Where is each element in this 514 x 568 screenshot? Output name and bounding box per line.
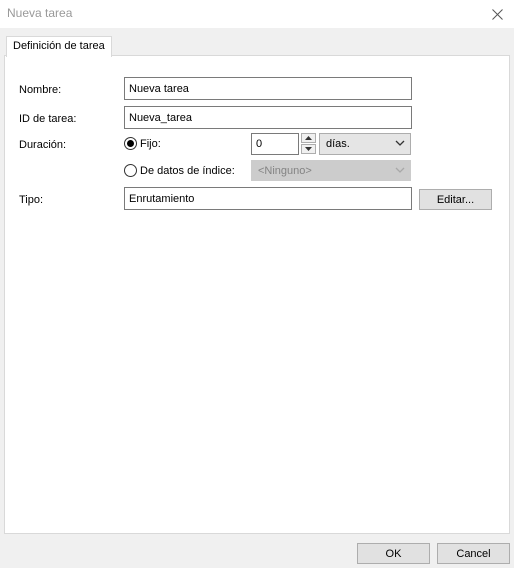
chevron-down-icon <box>395 167 405 173</box>
type-label: Tipo: <box>19 194 44 206</box>
title-bar: Nueva tarea <box>0 0 514 28</box>
spin-down-button[interactable] <box>301 144 316 154</box>
type-input[interactable] <box>124 187 412 210</box>
spin-up-button[interactable] <box>301 133 316 143</box>
tab-task-definition[interactable]: Definición de tarea <box>6 36 112 57</box>
ok-button[interactable]: OK <box>357 543 430 564</box>
duration-unit-value: días. <box>326 138 350 150</box>
duration-label: Duración: <box>19 139 67 151</box>
cancel-button[interactable]: Cancel <box>437 543 510 564</box>
fixed-radio-option[interactable]: Fijo: <box>124 137 161 150</box>
tab-strip: Definición de tarea <box>4 34 510 57</box>
fixed-days-input[interactable] <box>251 133 299 155</box>
index-data-value: <Ninguno> <box>258 165 312 177</box>
edit-button[interactable]: Editar... <box>419 189 492 210</box>
chevron-down-icon <box>395 140 405 146</box>
index-data-radio[interactable] <box>124 164 137 177</box>
tab-panel: Nombre: ID de tarea: Duración: Fijo: día… <box>4 55 510 534</box>
index-data-select: <Ninguno> <box>251 160 411 181</box>
fixed-days-spinner <box>301 133 316 154</box>
fixed-radio-label: Fijo: <box>140 137 161 150</box>
duration-unit-select[interactable]: días. <box>319 133 411 155</box>
task-id-input[interactable] <box>124 106 412 129</box>
close-icon <box>491 8 503 20</box>
fixed-radio[interactable] <box>124 137 137 150</box>
name-input[interactable] <box>124 77 412 100</box>
name-label: Nombre: <box>19 84 62 96</box>
task-id-label: ID de tarea: <box>19 113 77 125</box>
window-title: Nueva tarea <box>7 6 73 20</box>
close-button[interactable] <box>480 0 514 28</box>
index-data-radio-label: De datos de índice: <box>140 164 235 177</box>
spin-down-icon <box>305 147 312 151</box>
index-data-radio-option[interactable]: De datos de índice: <box>124 164 235 177</box>
spin-up-icon <box>305 136 312 140</box>
